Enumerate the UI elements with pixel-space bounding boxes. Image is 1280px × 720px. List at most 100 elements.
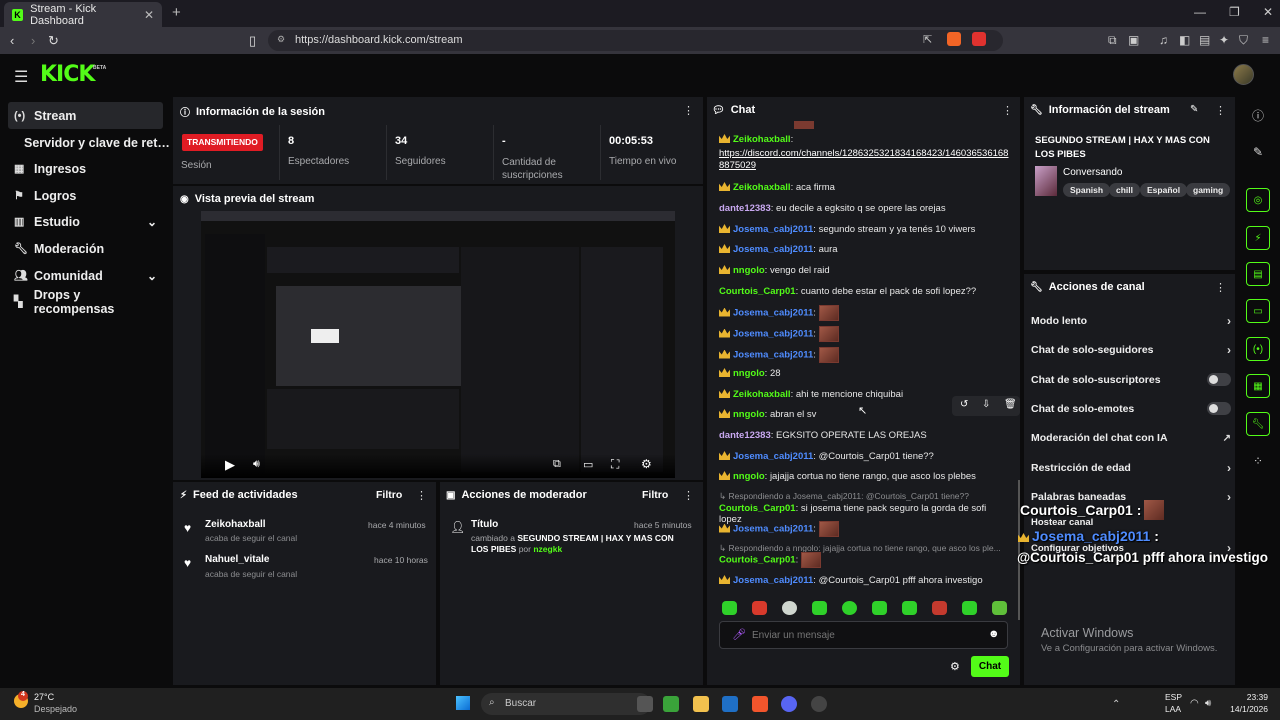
- channel-actions-more-icon[interactable]: ⋮: [1215, 281, 1226, 294]
- activity-user[interactable]: Nahuel_vitale: [205, 554, 269, 565]
- tray-chevron-icon[interactable]: ⌃: [1112, 699, 1120, 710]
- action-emotes-only[interactable]: Chat de solo-emotes: [1031, 402, 1231, 415]
- wifi-icon[interactable]: ◠: [1190, 698, 1199, 709]
- stream-video-player[interactable]: ▶ 🔊︎ ⧉ ▭ ⛶ ⚙: [201, 211, 675, 478]
- session-more-icon[interactable]: ⋮: [683, 104, 694, 117]
- category-thumbnail[interactable]: [1035, 166, 1057, 196]
- bookmark-icon[interactable]: ▯: [249, 33, 256, 49]
- share-icon[interactable]: ⇱: [923, 33, 932, 46]
- action-host-channel[interactable]: Hostear canal: [1031, 517, 1231, 528]
- sidebar-toggle-icon[interactable]: ◧: [1179, 33, 1190, 47]
- store-icon[interactable]: [722, 696, 738, 712]
- hamburger-menu-icon[interactable]: ☰: [14, 67, 28, 87]
- close-tab-icon[interactable]: ✕: [144, 8, 154, 22]
- action-followers-only[interactable]: Chat de solo-seguidores ›: [1031, 343, 1231, 357]
- back-icon[interactable]: ‹: [10, 33, 14, 48]
- emote-button[interactable]: [842, 601, 857, 615]
- info-icon[interactable]: ⓘ: [1246, 103, 1270, 127]
- theater-icon[interactable]: ▭: [583, 458, 593, 471]
- minecraft-icon[interactable]: [663, 696, 679, 712]
- sidebar-item-server-key[interactable]: Servidor y clave de retransmisión: [18, 129, 173, 156]
- sidebar-item-logros[interactable]: ⚑ Logros: [8, 182, 163, 209]
- tab-search-icon[interactable]: ▣: [1128, 33, 1139, 47]
- user-avatar[interactable]: [1233, 64, 1254, 85]
- emote-button[interactable]: [902, 601, 917, 615]
- stream-info-more-icon[interactable]: ⋮: [1215, 104, 1226, 117]
- emote-button[interactable]: [992, 601, 1007, 615]
- tag-chip[interactable]: chill: [1109, 183, 1141, 197]
- sidebar-item-comunidad[interactable]: 👥︎ Comunidad ⌄: [8, 262, 163, 289]
- camera-icon[interactable]: ◎: [1246, 188, 1270, 212]
- bolt-icon[interactable]: ⚡︎: [1246, 226, 1270, 250]
- action-subs-only[interactable]: Chat de solo-suscriptores: [1031, 373, 1231, 386]
- windows-start-icon[interactable]: [456, 696, 470, 710]
- pip-icon[interactable]: ⧉: [553, 458, 561, 471]
- forward-icon[interactable]: ›: [31, 33, 35, 48]
- reply-icon[interactable]: ↺: [960, 399, 968, 410]
- music-icon[interactable]: ♫: [1159, 33, 1168, 47]
- activity-more-icon[interactable]: ⋮: [416, 489, 427, 502]
- more-apps-icon[interactable]: ⁘: [1246, 449, 1270, 473]
- chat-settings-icon[interactable]: ⚙: [950, 660, 960, 673]
- activity-user[interactable]: Zeikohaxball: [205, 519, 266, 530]
- chat-bubble-icon[interactable]: ▭: [1246, 299, 1270, 323]
- tag-chip[interactable]: Spanish: [1063, 183, 1111, 197]
- emotes-only-toggle[interactable]: [1207, 402, 1231, 415]
- vpn-icon[interactable]: ⛉: [1239, 33, 1248, 48]
- sidebar-item-estudio[interactable]: ▥ Estudio ⌄: [8, 208, 163, 235]
- new-tab-icon[interactable]: +: [172, 4, 181, 21]
- emote-button[interactable]: [962, 601, 977, 615]
- chat-reply-context[interactable]: ↳ Respondiendo a Josema_cabj2011: @Court…: [719, 491, 1009, 502]
- settings-gear-icon[interactable]: ⚙: [641, 457, 652, 471]
- action-age-restriction[interactable]: Restricción de edad ›: [1031, 461, 1231, 475]
- wrench-icon[interactable]: 🔧︎: [1246, 412, 1270, 436]
- tag-chip[interactable]: gaming: [1186, 183, 1231, 197]
- tag-chip[interactable]: Español: [1140, 183, 1188, 197]
- play-icon[interactable]: ▶: [225, 457, 235, 473]
- chat-input-box[interactable]: 🎤︎ ☻: [719, 621, 1008, 649]
- emote-button[interactable]: [812, 601, 827, 615]
- edit-icon[interactable]: ✎: [1246, 140, 1270, 164]
- extensions-icon[interactable]: ⧉: [1108, 33, 1117, 48]
- emoji-icon[interactable]: ☻: [988, 628, 1000, 640]
- close-icon[interactable]: ✕: [1263, 5, 1273, 19]
- brave-shield-icon[interactable]: [947, 32, 961, 46]
- emote-button[interactable]: [782, 601, 797, 615]
- sidebar-item-stream[interactable]: (•) Stream: [8, 102, 163, 129]
- chat-message-input[interactable]: [752, 626, 972, 644]
- volume-icon[interactable]: 🔊︎: [1205, 698, 1211, 709]
- menu-icon[interactable]: ≡: [1262, 33, 1269, 47]
- emote-button[interactable]: [932, 601, 947, 615]
- send-chat-button[interactable]: Chat: [971, 656, 1009, 677]
- emote-button[interactable]: [722, 601, 737, 615]
- mod-filter-button[interactable]: Filtro: [642, 489, 668, 501]
- brave-icon[interactable]: [752, 696, 768, 712]
- language-code[interactable]: ESP: [1165, 692, 1182, 702]
- chat-more-icon[interactable]: ⋮: [1002, 104, 1013, 117]
- edit-pencil-icon[interactable]: ✎: [1190, 104, 1198, 115]
- sidebar-item-moderacion[interactable]: 🔧︎ Moderación: [8, 235, 163, 262]
- microphone-icon[interactable]: 🎤︎: [732, 628, 746, 641]
- weather-temp[interactable]: 27°C: [34, 692, 54, 702]
- window-icon[interactable]: ▦: [1246, 374, 1270, 398]
- url-field[interactable]: ⚙ https://dashboard.kick.com/stream: [268, 30, 1003, 51]
- brave-rewards-icon[interactable]: [972, 32, 986, 46]
- file-explorer-icon[interactable]: [693, 696, 709, 712]
- pin-icon[interactable]: ⇩: [982, 399, 990, 410]
- action-ai-moderation[interactable]: Moderación del chat con IA ↗: [1031, 432, 1231, 444]
- sidebar-item-drops[interactable]: ▚ Drops y recompensas: [8, 288, 163, 316]
- sidebar-item-ingresos[interactable]: ▦ Ingresos: [8, 155, 163, 182]
- activity-filter-button[interactable]: Filtro: [376, 489, 402, 501]
- discord-icon[interactable]: [781, 696, 797, 712]
- emote-button[interactable]: [872, 601, 887, 615]
- category-name[interactable]: Conversando: [1063, 167, 1122, 178]
- reload-icon[interactable]: ↻: [48, 33, 59, 49]
- volume-icon[interactable]: 🔊︎: [253, 458, 260, 471]
- kick-logo[interactable]: KICK: [40, 62, 95, 87]
- action-slow-mode[interactable]: Modo lento ›: [1031, 314, 1231, 328]
- mod-more-icon[interactable]: ⋮: [683, 489, 694, 502]
- fullscreen-icon[interactable]: ⛶: [611, 457, 619, 472]
- site-info-icon[interactable]: ⚙: [277, 34, 285, 45]
- task-view-icon[interactable]: [637, 696, 653, 712]
- taskbar-search[interactable]: ⌕ Buscar: [481, 693, 651, 715]
